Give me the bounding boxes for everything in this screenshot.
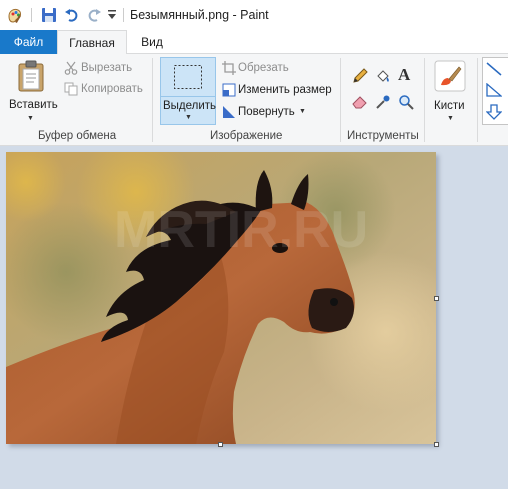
customize-toolbar-icon[interactable] <box>107 9 117 21</box>
resize-button[interactable]: Изменить размер <box>220 83 338 99</box>
paint-app-icon <box>8 8 21 23</box>
chevron-down-icon: ▼ <box>299 108 306 115</box>
cut-label: Вырезать <box>81 62 133 74</box>
shapes-gallery[interactable] <box>480 57 508 125</box>
crop-button[interactable]: Обрезать <box>220 61 320 77</box>
rectangular-selection-icon <box>174 65 202 89</box>
resize-handle-right[interactable] <box>434 296 439 301</box>
eraser-icon[interactable] <box>352 94 368 110</box>
brushes-button[interactable]: Кисти ▼ <box>428 58 474 124</box>
title-bar: Безымянный.png - Paint <box>0 0 508 30</box>
resize-handle-corner[interactable] <box>434 442 439 447</box>
resize-label: Изменить размер <box>238 84 332 96</box>
save-icon[interactable] <box>41 7 57 23</box>
brushes-label: Кисти <box>434 100 465 112</box>
title-separator <box>123 8 124 22</box>
chevron-down-icon: ▼ <box>447 115 454 122</box>
arrow-down-shape-icon[interactable] <box>486 104 502 120</box>
split-divider <box>161 96 215 97</box>
window-title: Безымянный.png - Paint <box>130 8 269 22</box>
ribbon-tabs: Файл Главная Вид <box>0 30 508 55</box>
line-shape-icon[interactable] <box>486 62 502 76</box>
copy-label: Копировать <box>81 83 143 95</box>
magnifier-icon[interactable] <box>398 94 414 110</box>
image-group-label: Изображение <box>210 130 283 142</box>
redo-icon[interactable] <box>86 7 102 23</box>
select-button[interactable]: Выделить ▼ <box>160 57 216 125</box>
crop-icon <box>222 61 236 75</box>
rotate-button[interactable]: Повернуть ▼ <box>220 105 320 121</box>
color-picker-icon[interactable] <box>375 94 391 110</box>
clipboard-group-label: Буфер обмена <box>38 130 117 142</box>
group-separator <box>424 58 425 142</box>
fill-bucket-icon[interactable] <box>375 68 391 84</box>
brush-icon <box>434 60 466 92</box>
rotate-label: Повернуть <box>238 106 295 118</box>
paste-label: Вставить <box>9 99 58 111</box>
group-separator <box>152 58 153 142</box>
tools-group-label: Инструменты <box>347 130 419 142</box>
clipboard-icon <box>18 60 44 92</box>
copy-button[interactable]: Копировать <box>62 82 152 98</box>
horse-photo: MRTIR.RU <box>6 152 436 444</box>
triangle-shape-icon[interactable] <box>486 83 502 97</box>
title-separator <box>31 8 32 22</box>
paste-button[interactable]: Вставить ▼ <box>4 58 58 124</box>
undo-icon[interactable] <box>64 7 80 23</box>
scissors-icon <box>64 61 78 75</box>
resize-icon <box>222 83 236 97</box>
copy-icon <box>64 82 78 96</box>
text-tool-icon[interactable]: A <box>398 65 410 85</box>
workspace[interactable]: MRTIR.RU <box>0 146 508 489</box>
chevron-down-icon: ▼ <box>185 114 192 121</box>
pencil-icon[interactable] <box>352 68 368 84</box>
rotate-icon <box>223 106 235 118</box>
tab-file[interactable]: Файл <box>0 30 57 54</box>
crop-label: Обрезать <box>238 62 289 74</box>
chevron-down-icon: ▼ <box>27 115 34 122</box>
canvas-image[interactable]: MRTIR.RU <box>6 152 436 444</box>
select-label: Выделить <box>163 100 217 112</box>
group-separator <box>477 58 478 142</box>
cut-button[interactable]: Вырезать <box>62 61 152 77</box>
group-separator <box>340 58 341 142</box>
canvas-watermark: MRTIR.RU <box>114 201 368 259</box>
tab-view[interactable]: Вид <box>127 30 177 54</box>
resize-handle-bottom[interactable] <box>218 442 223 447</box>
ribbon: Вставить ▼ Вырезать Копировать Буфер обм… <box>0 54 508 146</box>
tab-home[interactable]: Главная <box>57 30 127 55</box>
